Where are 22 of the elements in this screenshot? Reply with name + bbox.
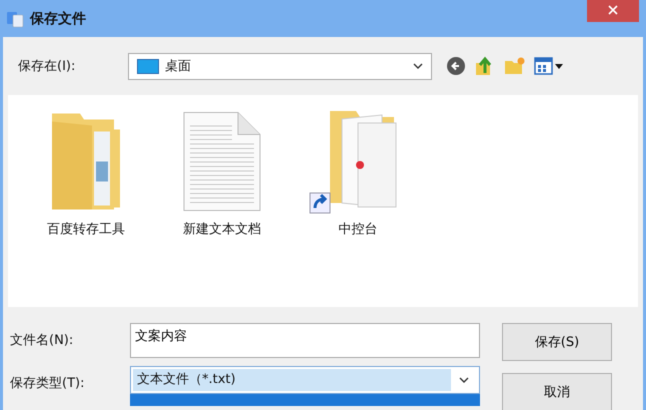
chevron-down-icon [459, 377, 469, 383]
back-icon[interactable] [446, 56, 466, 76]
view-menu-icon[interactable] [534, 57, 564, 75]
chevron-down-icon [413, 63, 423, 69]
close-icon [608, 4, 618, 14]
app-icon [6, 10, 24, 28]
new-folder-icon[interactable] [504, 56, 526, 76]
desktop-icon [137, 58, 159, 74]
file-name[interactable]: 新建文本文档 [183, 220, 261, 238]
cancel-button[interactable]: 取消 [502, 373, 612, 410]
file-name-label: 文件名(N): [9, 332, 74, 349]
file-name[interactable]: 中控台 [338, 220, 378, 238]
file-name-field[interactable]: 文案内容 [130, 323, 480, 358]
close-button[interactable] [587, 0, 639, 22]
window-title: 保存文件 [30, 10, 86, 28]
file-type-label: 保存类型(T): [9, 375, 86, 392]
save-button[interactable]: 保存(S) [502, 323, 612, 361]
location-dropdown[interactable]: 桌面 [128, 52, 432, 80]
save-in-label: 保存在(I): [17, 58, 76, 75]
file-type-dropdown[interactable]: 文本文件（*.txt) [130, 366, 480, 394]
file-name[interactable]: 百度转存工具 [47, 220, 125, 238]
text-document-icon[interactable] [182, 109, 262, 214]
